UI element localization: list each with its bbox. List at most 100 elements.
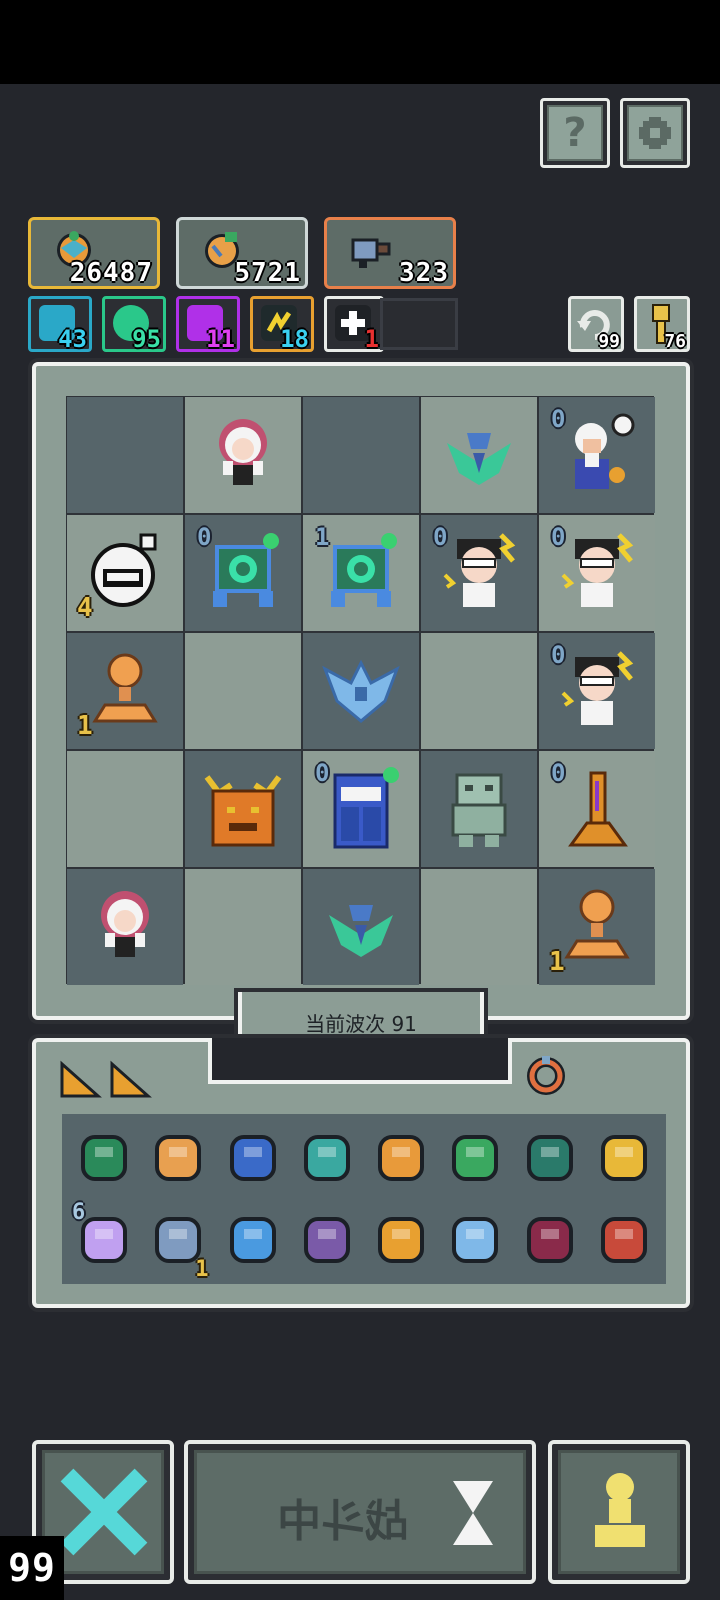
wedge-icon[interactable]	[108, 1060, 152, 1100]
board-cell[interactable]	[303, 869, 419, 985]
board-cell[interactable]: 0	[539, 751, 655, 867]
red-leaf-item[interactable]	[592, 1204, 656, 1276]
weapon-resource[interactable]: 323	[324, 217, 456, 289]
orb-pedestal-unit[interactable]	[557, 885, 637, 969]
gem-resource[interactable]: 5721	[176, 217, 308, 289]
star-count: 1	[364, 325, 379, 353]
green-robot-unit[interactable]	[203, 531, 283, 615]
board-cell[interactable]: 0	[185, 515, 301, 631]
ice-bat-unit[interactable]	[321, 649, 401, 733]
board-cell[interactable]: 0	[421, 515, 537, 631]
blue-gear-item[interactable]	[221, 1204, 285, 1276]
settings-button[interactable]	[620, 98, 690, 168]
sparkle-star-item[interactable]: 6	[72, 1200, 136, 1276]
fairy-girl-unit[interactable]	[203, 413, 283, 497]
lightning-count: 18	[280, 325, 309, 353]
thunder-scientist-unit[interactable]	[557, 649, 637, 733]
board-cell[interactable]: 0	[303, 751, 419, 867]
key-counter[interactable]: 76	[634, 296, 690, 352]
blue-gear-icon	[229, 1217, 276, 1263]
green-potion-item[interactable]	[443, 1122, 507, 1194]
water-count: 43	[58, 325, 87, 353]
board-cell[interactable]	[421, 397, 537, 513]
board-cell[interactable]	[185, 869, 301, 985]
board-cell[interactable]: 1	[303, 515, 419, 631]
board-cell[interactable]	[67, 869, 183, 985]
board-cell[interactable]: 1	[539, 869, 655, 985]
ice-blade-icon	[452, 1217, 499, 1263]
crystal-bird-unit[interactable]	[321, 885, 401, 969]
item-bottom-count: 1	[195, 1257, 209, 1282]
board-cell[interactable]	[67, 751, 183, 867]
fox-spark-item[interactable]	[369, 1204, 433, 1276]
magic-tree-unit[interactable]	[557, 767, 637, 851]
board-cell[interactable]: 1	[67, 633, 183, 749]
ice-blade-item[interactable]	[443, 1204, 507, 1276]
purple-sock-item[interactable]	[295, 1204, 359, 1276]
wind-element[interactable]: 95	[102, 296, 166, 353]
green-gauntlet-icon	[526, 1135, 573, 1181]
board-cell[interactable]: 4	[67, 515, 183, 631]
crystal-bird-unit[interactable]	[439, 413, 519, 497]
ring-icon[interactable]	[524, 1052, 568, 1096]
gem-count: 5721	[234, 258, 301, 288]
wave-label: 当前波次 91	[305, 1011, 417, 1036]
board-cell[interactable]	[185, 397, 301, 513]
unit-level: 0	[551, 641, 566, 669]
board-cell[interactable]	[303, 397, 419, 513]
blue-goggles-item[interactable]	[221, 1122, 285, 1194]
arcane-element[interactable]: 11	[176, 296, 240, 353]
green-gauntlet-item[interactable]	[518, 1122, 582, 1194]
gold-resource[interactable]: 26487	[28, 217, 160, 289]
unit-count: 4	[77, 593, 93, 623]
butterfly-coin-item[interactable]	[295, 1122, 359, 1194]
hammer-item[interactable]: 1	[146, 1204, 210, 1282]
butterfly-coin-icon	[303, 1135, 350, 1181]
unit-level: 0	[551, 523, 566, 551]
green-shell-item[interactable]	[72, 1122, 136, 1194]
fairy-girl-unit[interactable]	[85, 885, 165, 969]
fight-status-button[interactable]: 战斗中	[184, 1440, 536, 1584]
board-cell[interactable]: 0	[539, 397, 655, 513]
thunder-scientist-unit[interactable]	[557, 531, 637, 615]
board-cell[interactable]	[185, 633, 301, 749]
green-robot-unit[interactable]	[321, 531, 401, 615]
star-element[interactable]: 1	[324, 296, 384, 353]
wedge-icon[interactable]	[58, 1060, 102, 1100]
pawn-button[interactable]	[548, 1440, 690, 1584]
thunder-scientist-unit[interactable]	[439, 531, 519, 615]
board-grid: 0 4 0 1 0 0 1 0 0 0 1	[66, 396, 655, 985]
dna-helix-item[interactable]	[518, 1204, 582, 1276]
board-cell[interactable]	[185, 751, 301, 867]
board-cell[interactable]	[303, 633, 419, 749]
old-bard-unit[interactable]	[557, 413, 637, 497]
horned-beast-unit[interactable]	[203, 767, 283, 851]
board-cell[interactable]	[67, 397, 183, 513]
refresh-counter[interactable]: 99	[568, 296, 624, 352]
unit-level: 0	[315, 759, 330, 787]
help-button[interactable]: ?	[540, 98, 610, 168]
gold-shield-item[interactable]	[592, 1122, 656, 1194]
stone-golem-unit[interactable]	[439, 767, 519, 851]
battle-board: 0 4 0 1 0 0 1 0 0 0 1	[32, 362, 690, 1020]
board-cell[interactable]	[421, 633, 537, 749]
striped-scroll-item[interactable]	[146, 1122, 210, 1194]
lightning-element[interactable]: 18	[250, 296, 314, 353]
unit-level: 0	[197, 523, 212, 551]
bottle-monster-unit[interactable]	[85, 531, 165, 615]
board-cell[interactable]	[421, 869, 537, 985]
inventory-notch	[208, 1038, 512, 1084]
orb-pedestal-unit[interactable]	[85, 649, 165, 733]
board-cell[interactable]	[421, 751, 537, 867]
orange-orb-item[interactable]	[369, 1122, 433, 1194]
speed-counter: 99	[0, 1536, 64, 1600]
board-cell[interactable]: 0	[539, 515, 655, 631]
weapon-count: 323	[399, 258, 449, 288]
question-mark-icon: ?	[547, 105, 603, 161]
board-cell[interactable]: 0	[539, 633, 655, 749]
status-bar	[0, 0, 720, 84]
unit-level: 1	[315, 523, 330, 551]
blue-cabinet-unit[interactable]	[321, 767, 401, 851]
orange-orb-icon	[378, 1135, 425, 1181]
water-element[interactable]: 43	[28, 296, 92, 353]
